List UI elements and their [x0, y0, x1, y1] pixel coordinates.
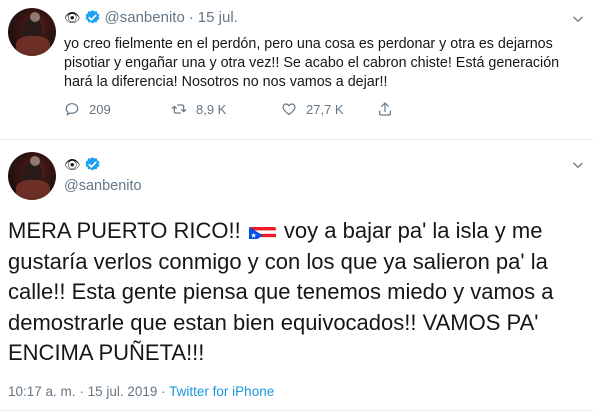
tweet-source-link[interactable]: Twitter for iPhone [169, 384, 274, 399]
separator-dot: · [79, 384, 84, 399]
display-name[interactable]: 👁 [64, 10, 81, 26]
tweet2-header: 👁 [64, 156, 105, 173]
verified-badge-icon [85, 10, 99, 24]
separator-dot: · [161, 384, 166, 399]
reply-count: 209 [89, 101, 111, 117]
share-icon [379, 102, 391, 116]
tweet-time[interactable]: 10:17 a. m. [8, 384, 76, 399]
user-handle[interactable]: @sanbenito [105, 9, 185, 26]
like-count: 27,7 K [306, 101, 344, 117]
tweet-divider [0, 410, 593, 411]
chevron-down-icon[interactable] [571, 158, 585, 172]
tweet-metadata: 10:17 a. m. · 15 jul. 2019 · Twitter for… [8, 384, 274, 399]
tweet-date[interactable]: 15 jul. [198, 9, 238, 26]
chevron-down-icon[interactable] [571, 12, 585, 26]
avatar[interactable] [8, 8, 56, 56]
reply-button[interactable]: 209 [64, 101, 171, 117]
share-button[interactable] [377, 101, 402, 117]
tweet-text-part: MERA PUERTO RICO!! [8, 218, 247, 243]
user-handle[interactable]: @sanbenito [64, 178, 142, 194]
tweet-full-date[interactable]: 15 jul. 2019 [88, 384, 158, 399]
retweet-button[interactable]: 8,9 K [171, 101, 281, 117]
tweet-text-large: MERA PUERTO RICO!! voy a bajar pa' la is… [8, 216, 583, 369]
separator-dot: · [188, 9, 194, 26]
verified-badge-icon [85, 157, 99, 171]
retweet-count: 8,9 K [196, 101, 227, 117]
tweet1-header: 👁 @sanbenito · 15 jul. [64, 9, 238, 26]
display-name[interactable]: 👁 [64, 157, 81, 173]
heart-icon [282, 103, 296, 115]
tweet-actions: 209 8,9 K 27,7 K [64, 101, 402, 117]
like-button[interactable]: 27,7 K [281, 101, 377, 117]
reply-icon [65, 103, 79, 116]
retweet-icon [171, 104, 187, 114]
puerto-rico-flag-icon [248, 222, 276, 239]
tweet-text: yo creo fielmente en el perdón, pero una… [64, 36, 560, 90]
tweet-divider [0, 139, 593, 140]
avatar[interactable] [8, 152, 56, 200]
